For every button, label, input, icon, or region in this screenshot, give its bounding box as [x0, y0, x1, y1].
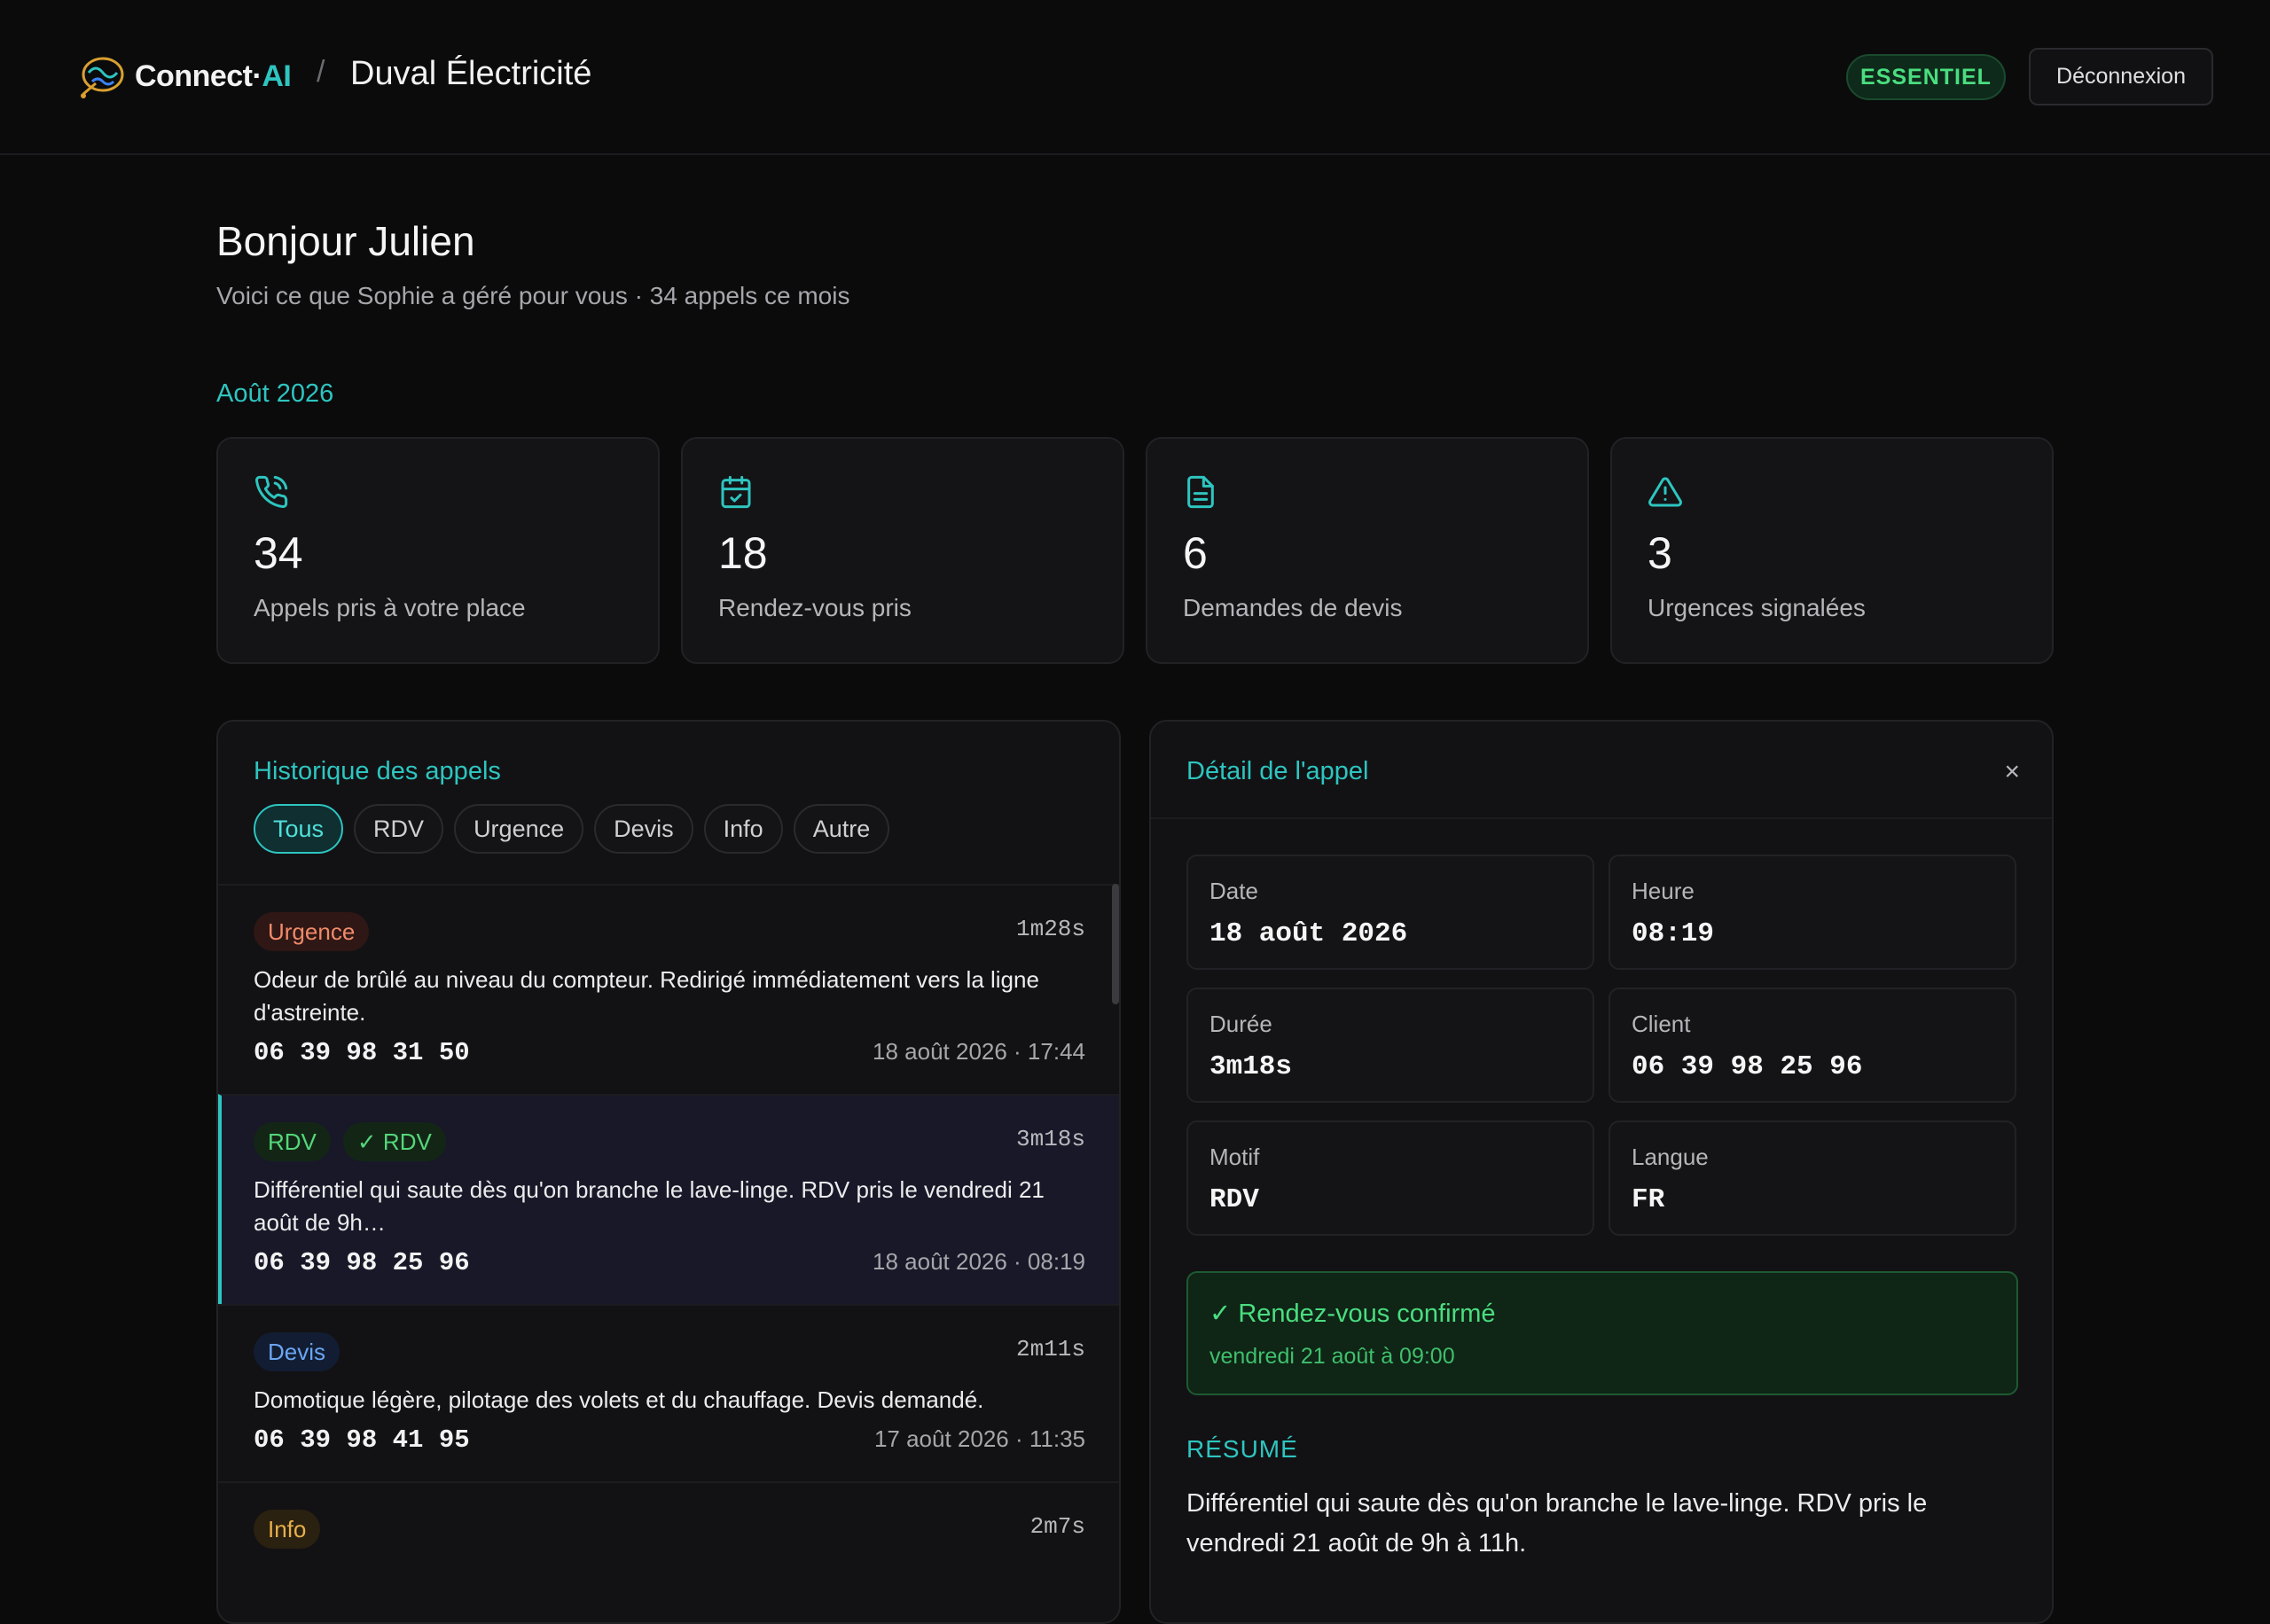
call-duration: 2m11s	[1015, 1336, 1085, 1362]
call-summary: Odeur de brûlé au niveau du compteur. Re…	[254, 966, 1039, 1026]
field-label: Date	[1209, 878, 1258, 904]
stat-label: Rendez-vous pris	[718, 594, 912, 621]
summary-heading: RÉSUMÉ	[1186, 1435, 1298, 1463]
filter-devis[interactable]: Devis	[594, 804, 693, 854]
caller-phone: 06 39 98 31 50	[254, 1038, 470, 1067]
call-item[interactable]: Info 2m7s	[218, 1481, 1119, 1549]
warning-icon	[1648, 477, 1682, 507]
field-time: Heure 08:19	[1609, 855, 2016, 970]
field-label: Langue	[1632, 1144, 1709, 1170]
confirmation-date: vendredi 21 août à 09:00	[1209, 1344, 1455, 1369]
field-duration: Durée 3m18s	[1186, 988, 1594, 1103]
stat-value: 18	[718, 528, 768, 578]
brand[interactable]: Connect·AI	[76, 50, 292, 103]
brand-name: Connect·AI	[135, 59, 292, 93]
summary-text: Différentiel qui saute dès qu'on branche…	[1186, 1489, 1928, 1558]
call-list: Urgence 1m28s Odeur de brûlé au niveau d…	[218, 884, 1119, 1549]
reason-badge: Info	[254, 1510, 321, 1549]
call-timestamp: 18 août 2026 · 08:19	[873, 1248, 1085, 1275]
field-value: FR	[1632, 1184, 1665, 1215]
panel-title: Détail de l'appel	[1186, 757, 1369, 785]
call-item-selected[interactable]: RDV ✓ RDV 3m18s Différentiel qui saute d…	[218, 1094, 1119, 1304]
call-duration: 3m18s	[1015, 1126, 1085, 1152]
logout-button[interactable]: Déconnexion	[2029, 48, 2213, 105]
filter-chips: Tous RDV Urgence Devis Info Autre	[254, 804, 890, 854]
stat-value: 3	[1648, 528, 1672, 578]
caller-phone: 06 39 98 25 96	[254, 1248, 470, 1277]
field-value: RDV	[1209, 1184, 1259, 1215]
call-summary: Différentiel qui saute dès qu'on branche…	[254, 1176, 1045, 1236]
call-detail-panel: Détail de l'appel × Date 18 août 2026 He…	[1149, 720, 2054, 1624]
stat-label: Urgences signalées	[1648, 594, 1866, 621]
close-icon[interactable]: ×	[2004, 757, 2020, 787]
reason-badge: Urgence	[254, 912, 370, 951]
field-date: Date 18 août 2026	[1186, 855, 1594, 970]
filter-other[interactable]: Autre	[793, 804, 890, 854]
field-value: 3m18s	[1209, 1051, 1293, 1082]
call-duration: 2m7s	[1029, 1513, 1085, 1540]
stat-card-quotes: 6 Demandes de devis	[1146, 437, 1589, 664]
call-summary: Domotique légère, pilotage des volets et…	[254, 1386, 984, 1413]
filter-rdv[interactable]: RDV	[354, 804, 444, 854]
field-value: 18 août 2026	[1209, 918, 1408, 949]
field-value: 08:19	[1632, 918, 1715, 949]
page-title: Bonjour Julien	[216, 218, 475, 264]
reason-badge: RDV	[254, 1122, 331, 1161]
stat-label: Appels pris à votre place	[254, 594, 526, 621]
breadcrumb-separator: /	[317, 55, 325, 89]
list-scrollbar[interactable]	[1112, 884, 1119, 1004]
caller-phone: 06 39 98 41 95	[254, 1425, 470, 1455]
period-label: Août 2026	[216, 379, 334, 408]
detail-header: Détail de l'appel ×	[1151, 722, 2052, 819]
field-value: 06 39 98 25 96	[1632, 1051, 1863, 1082]
top-bar: Connect·AI / Duval Électricité ESSENTIEL…	[0, 0, 2270, 155]
page-subtitle: Voici ce que Sophie a géré pour vous · 3…	[216, 282, 850, 309]
field-label: Motif	[1209, 1144, 1260, 1170]
stat-card-urgencies: 3 Urgences signalées	[1610, 437, 2054, 664]
reason-badge: Devis	[254, 1332, 340, 1371]
field-client: Client 06 39 98 25 96	[1609, 988, 2016, 1103]
call-timestamp: 18 août 2026 · 17:44	[873, 1038, 1085, 1065]
phone-call-icon	[255, 475, 288, 508]
stat-value: 6	[1183, 528, 1208, 578]
confirmed-badge: ✓ RDV	[342, 1122, 446, 1161]
call-duration: 1m28s	[1015, 916, 1085, 942]
confirmation-title: ✓ Rendez-vous confirmé	[1209, 1300, 1496, 1328]
field-language: Langue FR	[1609, 1120, 2016, 1236]
calendar-check-icon	[721, 475, 751, 509]
filter-info[interactable]: Info	[703, 804, 783, 854]
field-reason: Motif RDV	[1186, 1120, 1594, 1236]
field-label: Heure	[1632, 878, 1695, 904]
stat-label: Demandes de devis	[1183, 594, 1403, 621]
company-name: Duval Électricité	[350, 55, 592, 92]
call-item[interactable]: Urgence 1m28s Odeur de brûlé au niveau d…	[218, 884, 1119, 1094]
stat-card-calls: 34 Appels pris à votre place	[216, 437, 660, 664]
call-timestamp: 17 août 2026 · 11:35	[873, 1425, 1085, 1452]
appointment-confirmation: ✓ Rendez-vous confirmé vendredi 21 août …	[1186, 1271, 2018, 1395]
panel-title: Historique des appels	[254, 757, 501, 785]
plan-badge: ESSENTIEL	[1846, 54, 2006, 100]
call-item[interactable]: Devis 2m11s Domotique légère, pilotage d…	[218, 1304, 1119, 1481]
field-label: Client	[1632, 1011, 1691, 1037]
filter-all[interactable]: Tous	[254, 804, 344, 854]
field-label: Durée	[1209, 1011, 1272, 1037]
stat-card-appointments: 18 Rendez-vous pris	[681, 437, 1124, 664]
filter-urgence[interactable]: Urgence	[454, 804, 584, 854]
document-icon	[1187, 475, 1214, 509]
brain-logo-icon	[81, 57, 124, 98]
stat-value: 34	[254, 528, 303, 578]
call-history-panel: Historique des appels Tous RDV Urgence D…	[216, 720, 1121, 1624]
